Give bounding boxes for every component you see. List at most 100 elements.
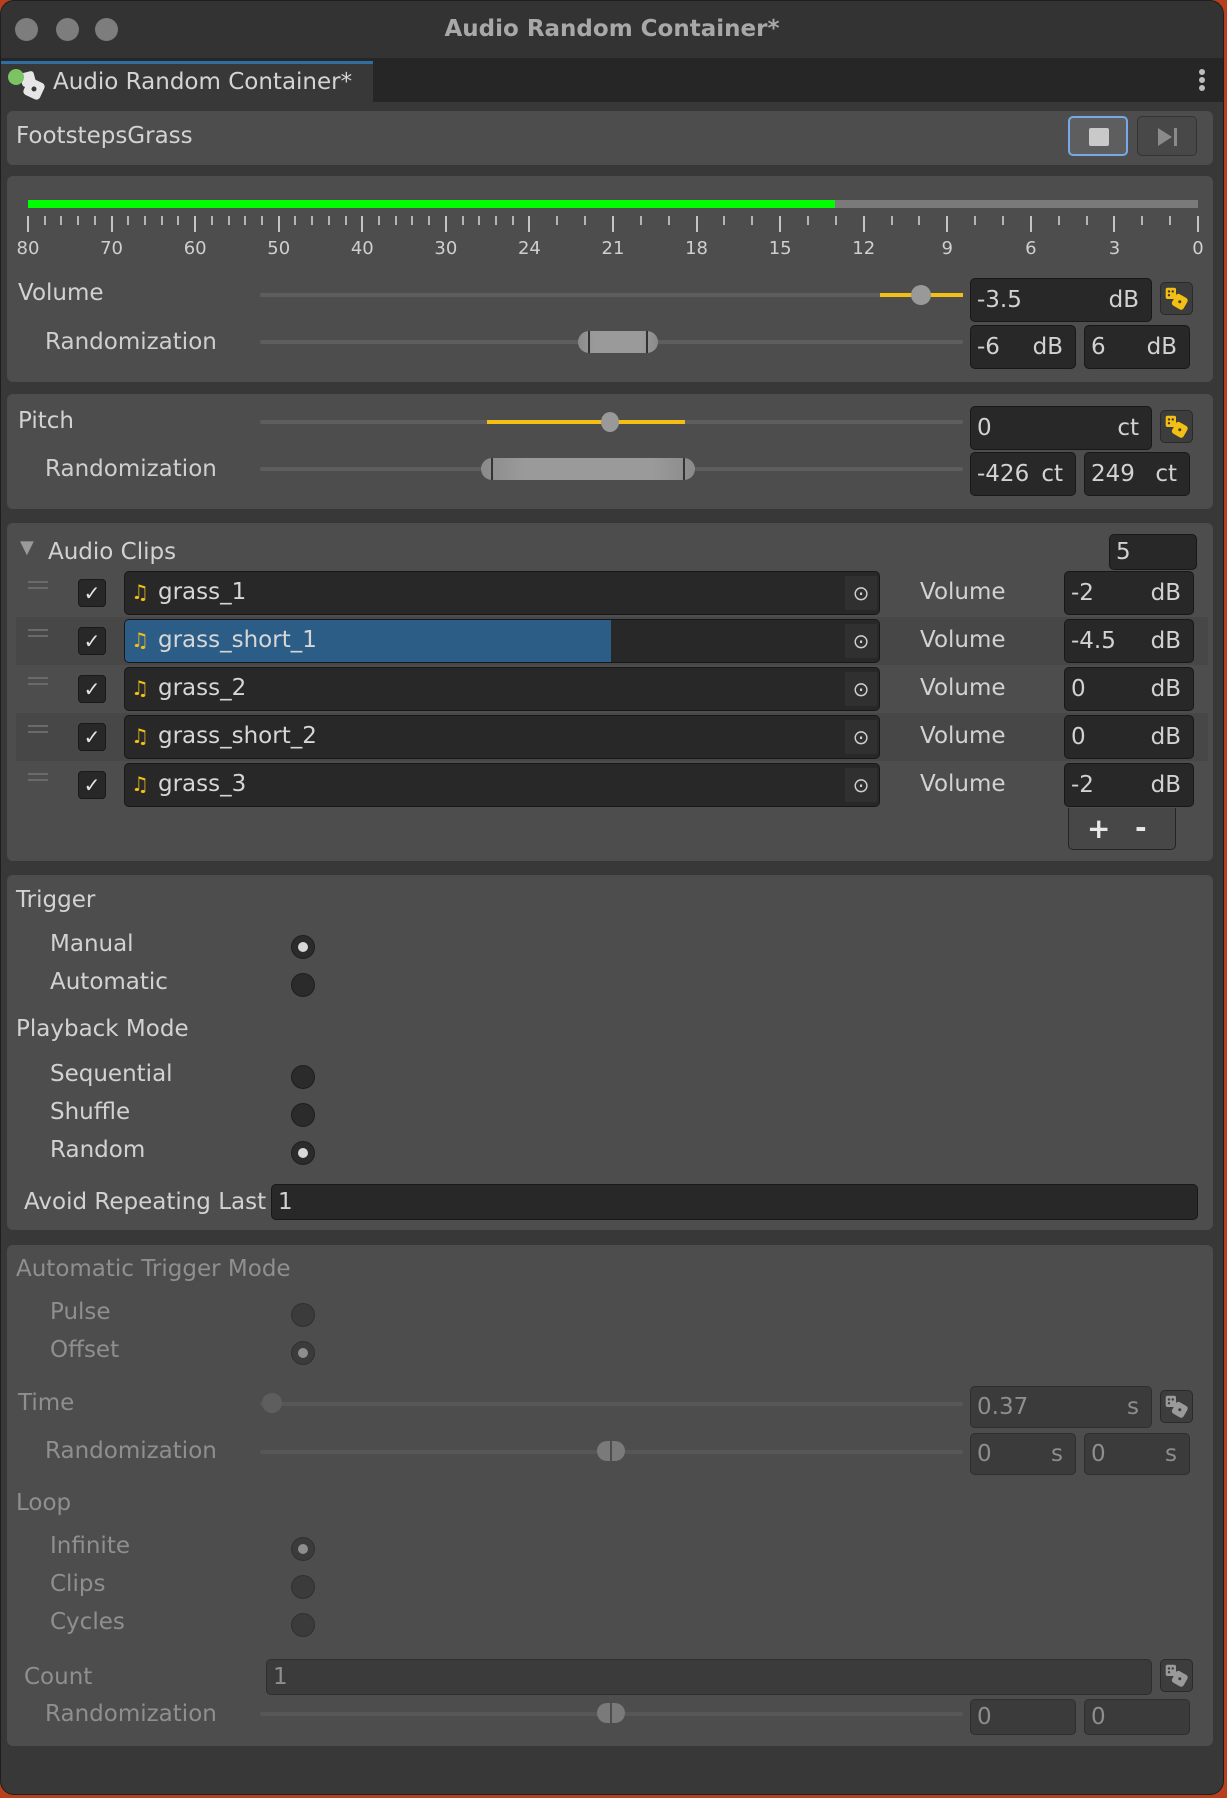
volume-field[interactable]: -3.5 dB bbox=[970, 278, 1152, 322]
clip-list-item[interactable]: ✓ ♫ grass_1 ⊙ Volume -2 dB bbox=[16, 569, 1208, 617]
time-randomization-handle[interactable] bbox=[597, 1441, 625, 1461]
time-label: Time bbox=[18, 1390, 75, 1416]
drag-handle-icon[interactable] bbox=[28, 629, 48, 637]
tab-audio-random-container[interactable]: Audio Random Container* bbox=[1, 61, 373, 102]
remove-clip-button[interactable]: - bbox=[1135, 811, 1147, 844]
clip-object-field[interactable]: ♫ grass_1 ⊙ bbox=[124, 571, 880, 615]
radio-button[interactable] bbox=[291, 973, 315, 997]
list-footer: + - bbox=[1068, 808, 1176, 850]
count-randomization-handle[interactable] bbox=[597, 1703, 625, 1723]
drag-handle-icon[interactable] bbox=[28, 773, 48, 781]
clip-volume-field[interactable]: 0 dB bbox=[1064, 715, 1194, 759]
clip-enabled-checkbox[interactable]: ✓ bbox=[78, 675, 106, 703]
volume-slider-track[interactable] bbox=[260, 293, 963, 297]
clip-volume-label: Volume bbox=[920, 627, 1006, 653]
playback-mode-title: Playback Mode bbox=[16, 1016, 189, 1042]
object-picker-icon[interactable]: ⊙ bbox=[845, 768, 877, 802]
drag-handle-icon[interactable] bbox=[28, 677, 48, 685]
count-rand-max-field[interactable]: 0 bbox=[1084, 1699, 1190, 1735]
trigger-title: Trigger bbox=[16, 887, 96, 913]
clip-list-item[interactable]: ✓ ♫ grass_short_1 ⊙ Volume -4.5 dB bbox=[16, 617, 1208, 665]
radio-option-label: Offset bbox=[50, 1337, 120, 1363]
clip-object-field[interactable]: ♫ grass_3 ⊙ bbox=[124, 763, 880, 807]
meter-minor-tick bbox=[918, 216, 921, 225]
volume-rand-min-field[interactable]: -6 dB bbox=[970, 325, 1076, 369]
clip-volume-field[interactable]: -4.5 dB bbox=[1064, 619, 1194, 663]
volume-rand-max-field[interactable]: 6 dB bbox=[1084, 325, 1190, 369]
clip-enabled-checkbox[interactable]: ✓ bbox=[78, 723, 106, 751]
dice-icon[interactable] bbox=[1160, 1659, 1193, 1692]
time-slider-handle[interactable] bbox=[262, 1393, 282, 1413]
dice-icon[interactable] bbox=[1160, 1390, 1193, 1423]
clip-volume-value: -2 bbox=[1071, 580, 1094, 606]
volume-slider-handle[interactable] bbox=[911, 285, 931, 305]
radio-button[interactable] bbox=[291, 1537, 315, 1561]
radio-button[interactable] bbox=[291, 1303, 315, 1327]
clip-volume-field[interactable]: 0 dB bbox=[1064, 667, 1194, 711]
meter-minor-tick bbox=[77, 216, 80, 225]
avoid-repeating-value: 1 bbox=[278, 1189, 293, 1215]
volume-randomization-range[interactable] bbox=[578, 331, 658, 353]
dice-icon[interactable] bbox=[1160, 410, 1193, 443]
clip-list-item[interactable]: ✓ ♫ grass_short_2 ⊙ Volume 0 dB bbox=[16, 713, 1208, 761]
clip-list-item[interactable]: ✓ ♫ grass_3 ⊙ Volume -2 dB bbox=[16, 761, 1208, 809]
clip-list-item[interactable]: ✓ ♫ grass_2 ⊙ Volume 0 dB bbox=[16, 665, 1208, 713]
radio-button[interactable] bbox=[291, 1613, 315, 1637]
clip-volume-unit: dB bbox=[1150, 724, 1181, 750]
volume-randomization-label: Randomization bbox=[45, 329, 217, 355]
clip-count-field[interactable]: 5 bbox=[1109, 534, 1197, 570]
audio-clips-title[interactable]: Audio Clips bbox=[48, 539, 176, 565]
time-field[interactable]: 0.37 s bbox=[970, 1386, 1152, 1428]
radio-button[interactable] bbox=[291, 1141, 315, 1165]
meter-minor-tick bbox=[974, 216, 977, 225]
radio-button[interactable] bbox=[291, 1065, 315, 1089]
object-picker-icon[interactable]: ⊙ bbox=[845, 720, 877, 754]
count-rand-min-field[interactable]: 0 bbox=[970, 1699, 1076, 1735]
radio-button[interactable] bbox=[291, 935, 315, 959]
pitch-randomization-label: Randomization bbox=[45, 456, 217, 482]
add-clip-button[interactable]: + bbox=[1087, 812, 1110, 845]
clip-enabled-checkbox[interactable]: ✓ bbox=[78, 627, 106, 655]
radio-button[interactable] bbox=[291, 1103, 315, 1127]
clip-enabled-checkbox[interactable]: ✓ bbox=[78, 771, 106, 799]
pitch-field[interactable]: 0 ct bbox=[970, 406, 1152, 450]
dice-icon[interactable] bbox=[1160, 282, 1193, 315]
count-field[interactable]: 1 bbox=[266, 1659, 1152, 1695]
skip-button[interactable] bbox=[1137, 116, 1197, 156]
object-picker-icon[interactable]: ⊙ bbox=[845, 576, 877, 610]
clip-volume-field[interactable]: -2 dB bbox=[1064, 571, 1194, 615]
pitch-rand-max-field[interactable]: 249 ct bbox=[1084, 452, 1190, 496]
count-randomization-label: Randomization bbox=[45, 1701, 217, 1727]
radio-button[interactable] bbox=[291, 1575, 315, 1599]
object-picker-icon[interactable]: ⊙ bbox=[845, 624, 877, 658]
drag-handle-icon[interactable] bbox=[28, 725, 48, 733]
time-rand-min-field[interactable]: 0 s bbox=[970, 1433, 1076, 1475]
clip-enabled-checkbox[interactable]: ✓ bbox=[78, 579, 106, 607]
time-slider-track[interactable] bbox=[260, 1402, 963, 1406]
meter-minor-tick bbox=[667, 216, 670, 225]
more-options-icon[interactable] bbox=[1199, 69, 1205, 91]
clip-object-field[interactable]: ♫ grass_short_2 ⊙ bbox=[124, 715, 880, 759]
pitch-slider-handle[interactable] bbox=[601, 412, 619, 432]
meter-minor-tick bbox=[584, 216, 587, 225]
pitch-randomization-range[interactable] bbox=[481, 458, 695, 480]
stop-button[interactable] bbox=[1068, 116, 1128, 156]
volume-rand-min-value: -6 bbox=[977, 334, 1000, 360]
avoid-repeating-field[interactable]: 1 bbox=[271, 1184, 1198, 1220]
time-rand-min-value: 0 bbox=[977, 1441, 992, 1467]
time-rand-min-unit: s bbox=[1051, 1441, 1063, 1467]
clip-volume-field[interactable]: -2 dB bbox=[1064, 763, 1194, 807]
foldout-arrow-icon[interactable]: ▼ bbox=[20, 537, 34, 558]
meter-minor-tick bbox=[834, 216, 837, 225]
clip-object-field[interactable]: ♫ grass_short_1 ⊙ bbox=[124, 619, 880, 663]
time-rand-max-field[interactable]: 0 s bbox=[1084, 1433, 1190, 1475]
time-value: 0.37 bbox=[977, 1394, 1029, 1420]
pitch-value: 0 bbox=[977, 415, 992, 441]
pitch-rand-min-field[interactable]: -426 ct bbox=[970, 452, 1076, 496]
drag-handle-icon[interactable] bbox=[28, 581, 48, 589]
clip-object-field[interactable]: ♫ grass_2 ⊙ bbox=[124, 667, 880, 711]
clip-volume-value: -4.5 bbox=[1071, 628, 1116, 654]
object-picker-icon[interactable]: ⊙ bbox=[845, 672, 877, 706]
radio-button[interactable] bbox=[291, 1341, 315, 1365]
radio-option-label: Random bbox=[50, 1137, 146, 1163]
